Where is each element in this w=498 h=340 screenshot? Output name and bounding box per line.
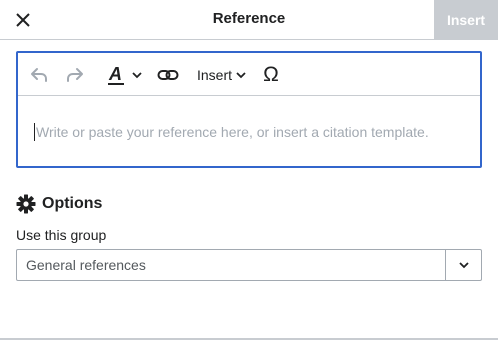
dialog-title: Reference — [212, 10, 286, 27]
options-title: Options — [42, 195, 103, 212]
insert-menu-label: Insert — [196, 67, 232, 83]
text-style-button[interactable]: A — [104, 61, 146, 89]
group-field-label: Use this group — [16, 227, 107, 243]
dialog-header: Reference Insert — [0, 0, 498, 40]
special-character-button[interactable]: Ω — [258, 61, 284, 89]
insert-button[interactable]: Insert — [434, 0, 498, 39]
redo-icon — [67, 68, 83, 82]
undo-icon — [31, 68, 47, 82]
group-select-handle[interactable] — [445, 250, 481, 280]
close-icon — [16, 13, 30, 27]
chevron-down-icon — [132, 72, 142, 79]
text-style-icon: A — [108, 64, 124, 85]
chevron-down-icon — [236, 72, 246, 79]
group-select-value: General references — [26, 257, 146, 273]
group-select[interactable]: General references — [16, 249, 482, 281]
close-button[interactable] — [8, 5, 38, 35]
undo-button[interactable] — [26, 61, 52, 89]
chevron-down-icon — [458, 262, 469, 269]
options-heading: Options — [16, 193, 102, 215]
text-caret — [34, 123, 35, 141]
editor-text-area[interactable]: Write or paste your reference here, or i… — [18, 97, 480, 168]
gear-icon — [16, 194, 36, 214]
link-icon — [157, 70, 179, 80]
link-button[interactable] — [154, 61, 182, 89]
editor-toolbar: A Insert Ω — [18, 53, 480, 96]
editor-placeholder: Write or paste your reference here, or i… — [36, 124, 429, 140]
insert-menu-button[interactable]: Insert — [194, 61, 250, 89]
reference-editor[interactable]: A Insert Ω Write or paste your reference… — [16, 51, 482, 168]
svg-text:A: A — [108, 64, 122, 84]
redo-button[interactable] — [62, 61, 88, 89]
